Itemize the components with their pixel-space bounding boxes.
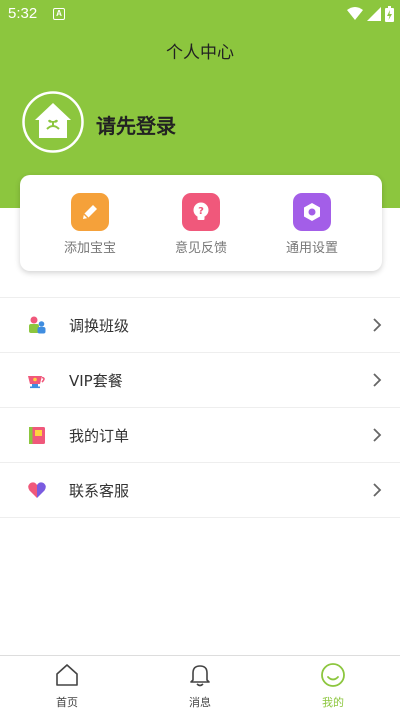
menu-label: VIP套餐: [69, 372, 123, 390]
tab-label: 我的: [322, 696, 344, 709]
heart-service-icon: [28, 482, 46, 498]
menu-item-customer-service[interactable]: 联系客服: [0, 462, 400, 518]
quick-actions-card: 添加宝宝 ? 意见反馈 通用设置: [20, 175, 382, 271]
battery-icon: [385, 6, 394, 22]
gear-icon: [293, 193, 331, 231]
svg-text:?: ?: [198, 206, 204, 217]
add-baby-label: 添加宝宝: [63, 241, 116, 256]
vip-cup-icon: [28, 376, 45, 389]
login-prompt[interactable]: 请先登录: [96, 110, 176, 139]
notification-icon: A: [53, 8, 65, 20]
settings-label: 通用设置: [285, 241, 338, 256]
add-baby-button[interactable]: 添加宝宝: [40, 193, 140, 256]
signal-icon: [367, 7, 381, 21]
feedback-label: 意见反馈: [174, 241, 227, 256]
menu-label: 联系客服: [69, 482, 130, 500]
menu-label: 我的订单: [69, 427, 130, 445]
tab-mine[interactable]: 我的: [293, 662, 373, 710]
order-book-icon: [29, 427, 45, 444]
lightbulb-icon: ?: [182, 193, 220, 231]
status-bar: 5:32 A: [0, 0, 400, 28]
pencil-icon: [71, 193, 109, 231]
menu-list: 调换班级 VIP套餐 我的订单 联系客服: [0, 297, 400, 518]
menu-item-vip[interactable]: VIP套餐: [0, 352, 400, 407]
menu-label: 调换班级: [69, 317, 130, 335]
smile-icon: [321, 663, 345, 687]
house-avatar-icon: [22, 91, 84, 153]
chevron-right-icon: [373, 428, 382, 442]
feedback-button[interactable]: ? 意见反馈: [151, 193, 251, 256]
tab-home[interactable]: 首页: [27, 662, 107, 710]
status-time: 5:32: [8, 5, 38, 22]
bell-icon: [190, 665, 210, 687]
menu-item-orders[interactable]: 我的订单: [0, 407, 400, 462]
class-switch-icon: [29, 316, 46, 334]
home-icon: [56, 664, 78, 686]
chevron-right-icon: [373, 318, 382, 332]
menu-item-switch-class[interactable]: 调换班级: [0, 297, 400, 352]
chevron-right-icon: [373, 483, 382, 497]
tab-label: 消息: [189, 696, 211, 709]
tab-messages[interactable]: 消息: [160, 662, 240, 710]
status-icons: [347, 6, 394, 22]
avatar[interactable]: [22, 91, 84, 153]
wifi-icon: [347, 7, 363, 20]
bottom-tab-bar: 首页 消息 我的: [0, 655, 400, 712]
page-title: 个人中心: [166, 43, 234, 63]
settings-button[interactable]: 通用设置: [262, 193, 362, 256]
tab-label: 首页: [56, 696, 78, 709]
chevron-right-icon: [373, 373, 382, 387]
